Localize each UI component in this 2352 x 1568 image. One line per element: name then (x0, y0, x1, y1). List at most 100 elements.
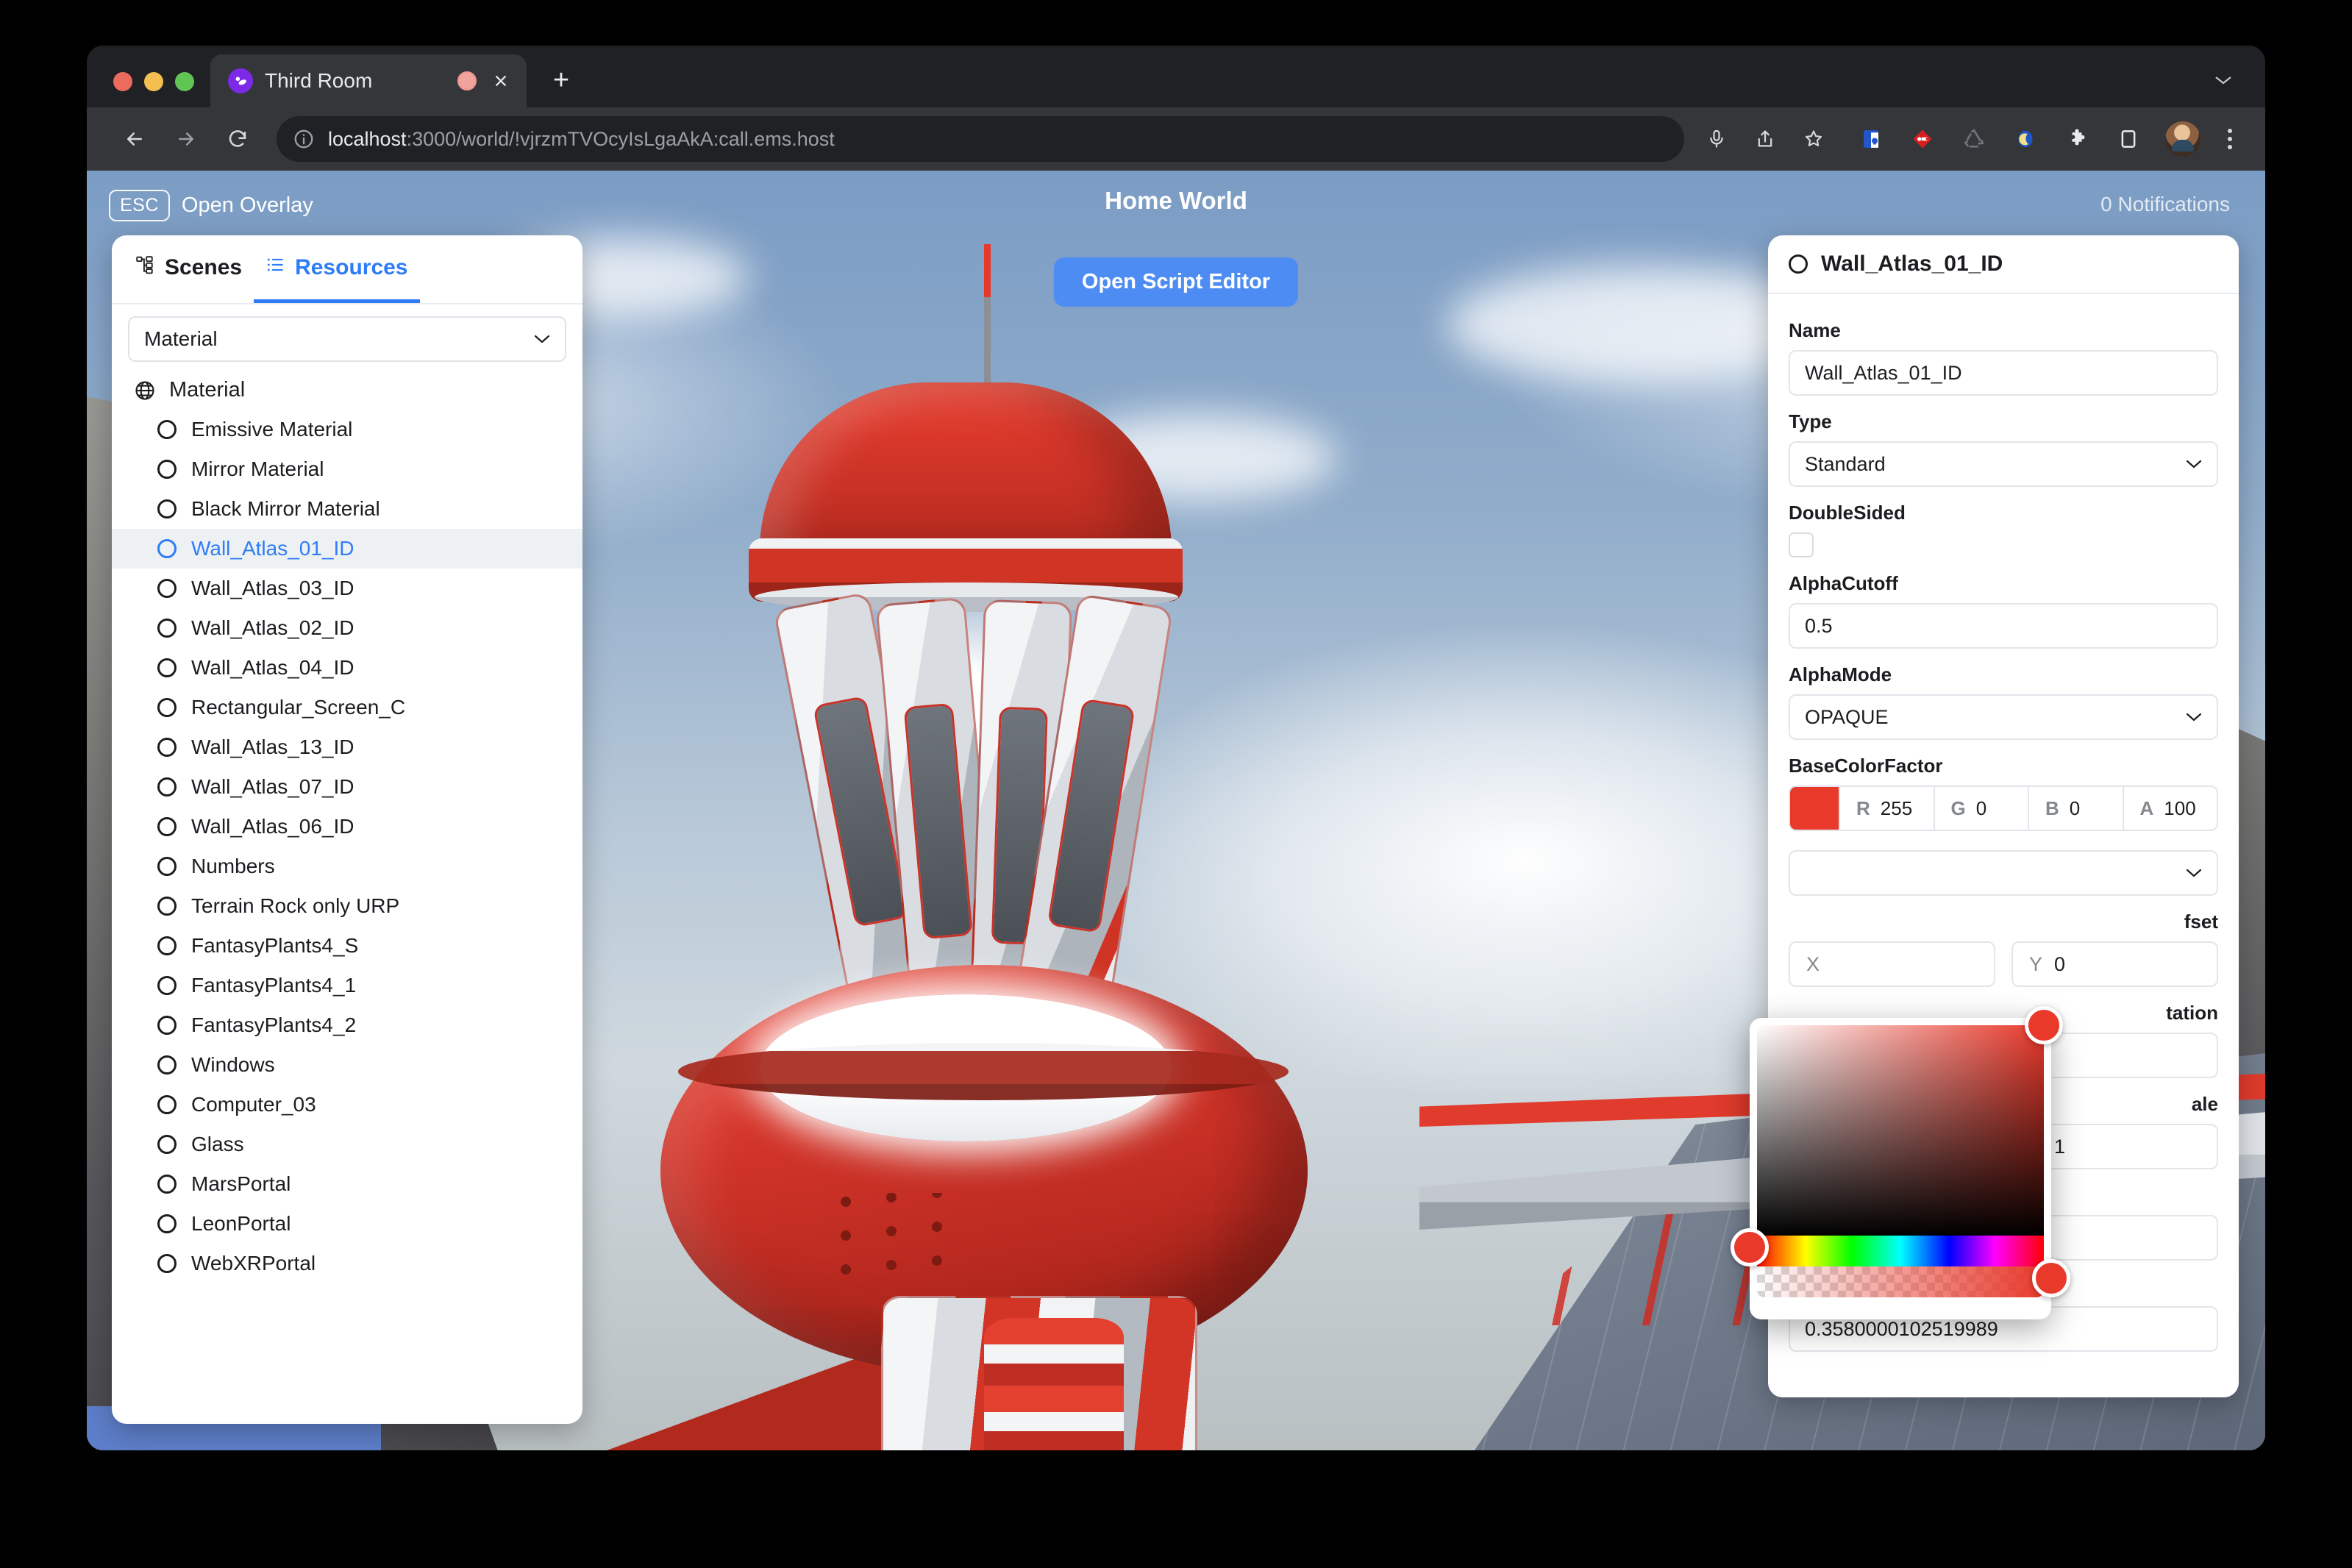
material-ring-icon (157, 1135, 177, 1154)
resource-list-item[interactable]: FantasyPlants4_S (112, 926, 582, 966)
central-tower-structure (616, 171, 1440, 1450)
open-overlay-label: Open Overlay (182, 193, 313, 218)
offset-label: fset (1789, 910, 2218, 933)
hue-slider[interactable] (1757, 1236, 2044, 1266)
resource-list-item[interactable]: Mirror Material (112, 449, 582, 489)
offset-row: X Y 0 (1789, 941, 2218, 987)
resource-list-item[interactable]: Glass (112, 1125, 582, 1164)
resource-list-item-label: Wall_Atlas_04_ID (191, 656, 354, 680)
bookmark-star-icon[interactable] (1793, 118, 1834, 160)
resource-list-item[interactable]: Numbers (112, 847, 582, 886)
doublesided-label: DoubleSided (1789, 502, 2218, 524)
user-avatar[interactable] (2165, 121, 2200, 157)
color-a-field[interactable]: A 100 (2123, 787, 2217, 830)
resource-list-item-label: Emissive Material (191, 418, 352, 441)
offset-y-value: 0 (2054, 953, 2065, 976)
resource-list-item[interactable]: Wall_Atlas_06_ID (112, 807, 582, 847)
resource-list-item[interactable]: LeonPortal (112, 1204, 582, 1244)
resource-list-item[interactable]: Wall_Atlas_03_ID (112, 569, 582, 608)
resource-type-select[interactable]: Material (128, 316, 566, 362)
reload-icon[interactable] (215, 116, 260, 162)
kebab-menu-icon[interactable] (2214, 129, 2246, 149)
resource-list-item[interactable]: Wall_Atlas_07_ID (112, 767, 582, 807)
resource-list-item-label: Wall_Atlas_07_ID (191, 775, 354, 799)
window-controls (87, 72, 210, 107)
close-window-button[interactable] (113, 72, 132, 91)
site-info-icon[interactable] (293, 128, 315, 150)
tree-root-material[interactable]: Material (112, 371, 582, 410)
saturation-value-area[interactable] (1757, 1025, 2044, 1236)
resource-list-item[interactable]: Wall_Atlas_13_ID (112, 727, 582, 767)
maximize-window-button[interactable] (175, 72, 194, 91)
resource-list-item[interactable]: MarsPortal (112, 1164, 582, 1204)
close-icon[interactable] (488, 68, 513, 93)
offset-y-field[interactable]: Y 0 (2011, 941, 2218, 987)
resource-list-item-label: Wall_Atlas_01_ID (191, 537, 354, 560)
color-g-field[interactable]: G 0 (1934, 787, 2028, 830)
tab-title: Third Room (265, 69, 446, 93)
alpha-handle[interactable] (2032, 1259, 2070, 1297)
resource-list-item[interactable]: Wall_Atlas_02_ID (112, 608, 582, 648)
alpha-slider[interactable] (1757, 1266, 2044, 1297)
saturation-value-handle[interactable] (2025, 1006, 2063, 1044)
open-script-editor-button[interactable]: Open Script Editor (1054, 257, 1298, 307)
world-viewport[interactable]: ESC Open Overlay Home World 0 Notificati… (87, 171, 2265, 1450)
material-ring-icon (157, 976, 177, 995)
address-bar[interactable]: localhost:3000/world/!vjrzmTVOcyIsLgaAkA… (277, 116, 1684, 162)
material-ring-icon (157, 579, 177, 598)
type-select[interactable]: Standard (1789, 441, 2218, 487)
doublesided-checkbox[interactable] (1789, 532, 1814, 557)
offset-x-field[interactable]: X (1789, 941, 1995, 987)
chevron-down-icon (2186, 455, 2202, 473)
resource-list-item[interactable]: Wall_Atlas_01_ID (112, 529, 582, 569)
material-ring-icon (157, 420, 177, 439)
chevron-down-icon (2186, 708, 2202, 726)
side-panel-icon[interactable] (2108, 118, 2149, 160)
tab-scenes[interactable]: Scenes (124, 235, 254, 303)
chevron-down-icon[interactable] (2214, 68, 2233, 91)
share-icon[interactable] (1745, 118, 1786, 160)
resource-list-item-label: Wall_Atlas_03_ID (191, 577, 354, 600)
devtools-extension-icon[interactable] (1902, 118, 1943, 160)
resource-list-item[interactable]: Emissive Material (112, 410, 582, 449)
alphacutoff-field[interactable]: 0.5 (1789, 603, 2218, 649)
browser-tab[interactable]: Third Room (210, 54, 527, 107)
resource-list-item[interactable]: WebXRPortal (112, 1244, 582, 1283)
recycle-extension-icon[interactable] (1953, 118, 1995, 160)
resource-list-item[interactable]: Terrain Rock only URP (112, 886, 582, 926)
color-picker-popover[interactable] (1750, 1018, 2051, 1319)
texture-select[interactable] (1789, 850, 2218, 896)
hue-handle[interactable] (1731, 1228, 1769, 1266)
moon-extension-icon[interactable] (2005, 118, 2046, 160)
tab-resources[interactable]: Resources (254, 235, 419, 303)
alphamode-select[interactable]: OPAQUE (1789, 694, 2218, 740)
material-ring-icon (157, 539, 177, 558)
minimize-window-button[interactable] (144, 72, 163, 91)
color-r-field[interactable]: R 255 (1839, 787, 1934, 830)
new-tab-button[interactable]: + (540, 59, 582, 101)
color-b-field[interactable]: B 0 (2028, 787, 2123, 830)
color-swatch-button[interactable] (1790, 787, 1839, 830)
material-ring-icon (157, 658, 177, 677)
resource-list-item[interactable]: Wall_Atlas_04_ID (112, 648, 582, 688)
name-field[interactable]: Wall_Atlas_01_ID (1789, 350, 2218, 396)
globe-icon (134, 379, 156, 402)
resource-list-item[interactable]: Rectangular_Screen_C (112, 688, 582, 727)
password-manager-extension-icon[interactable] (1850, 118, 1892, 160)
puzzle-extensions-icon[interactable] (2056, 118, 2098, 160)
resource-list-item[interactable]: FantasyPlants4_1 (112, 966, 582, 1005)
resource-list-item[interactable]: FantasyPlants4_2 (112, 1005, 582, 1045)
open-overlay-hint[interactable]: ESC Open Overlay (109, 190, 313, 221)
material-ring-icon (157, 1175, 177, 1194)
resource-list-item[interactable]: Computer_03 (112, 1085, 582, 1125)
name-field-value: Wall_Atlas_01_ID (1805, 362, 1962, 385)
tower-torus-band (678, 1043, 1289, 1100)
third-room-logo-icon (228, 68, 253, 93)
forward-arrow-icon[interactable] (163, 116, 209, 162)
resource-list-item[interactable]: Black Mirror Material (112, 489, 582, 529)
name-label: Name (1789, 319, 2218, 342)
microphone-icon[interactable] (1696, 118, 1737, 160)
resource-list-item[interactable]: Windows (112, 1045, 582, 1085)
back-arrow-icon[interactable] (112, 116, 157, 162)
properties-panel-header: Wall_Atlas_01_ID (1768, 235, 2239, 294)
